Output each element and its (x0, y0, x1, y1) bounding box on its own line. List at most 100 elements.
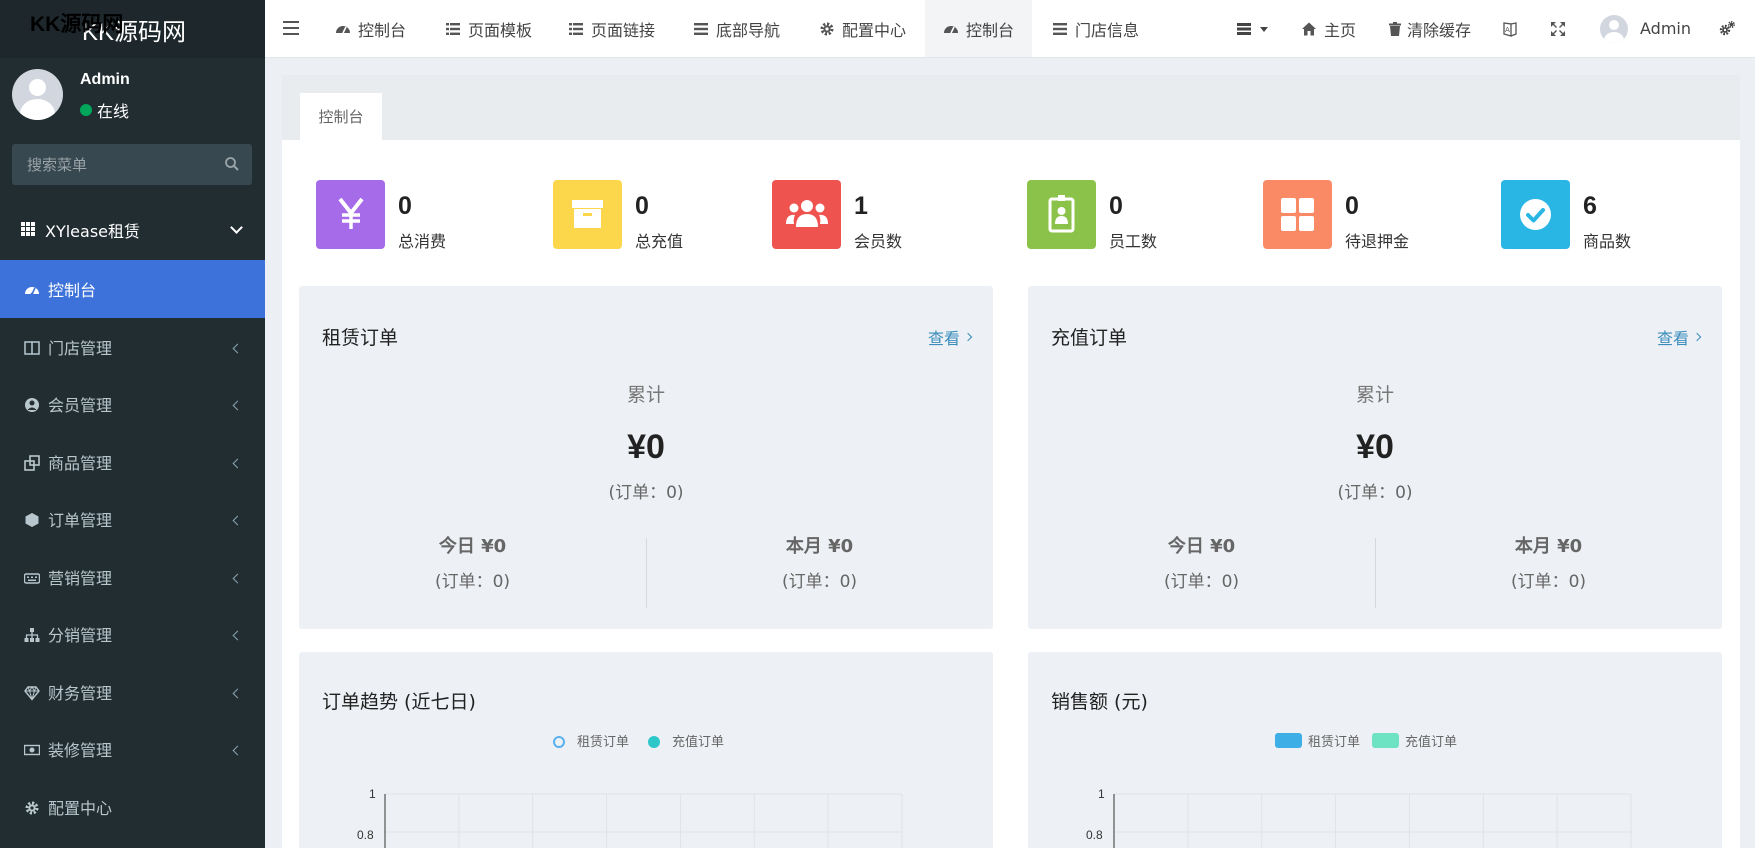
tab-page-links[interactable]: 页面链接 (568, 0, 655, 57)
stat-value: 1 (854, 192, 868, 220)
columns-icon (24, 340, 40, 355)
cumulative-amount: ¥0 (1356, 428, 1394, 466)
archive-icon (572, 200, 603, 228)
tab-dashboard-active[interactable]: 控制台 (925, 0, 1032, 57)
user-status-text: 在线 (97, 102, 130, 121)
online-dot-icon (80, 104, 92, 116)
stat-label: 商品数 (1583, 232, 1632, 251)
chart-gridlines (1114, 793, 1632, 848)
stat-icon-box (772, 180, 841, 249)
menu-toggle-icon[interactable] (283, 21, 299, 35)
cumulative-orders: (订单：0) (608, 483, 684, 503)
admin-label: Admin (1640, 19, 1691, 38)
tab-config-center[interactable]: 配置中心 (819, 0, 906, 57)
avatar (12, 69, 63, 120)
stat-value: 0 (635, 192, 649, 220)
language-button[interactable]: A (1502, 0, 1525, 57)
y-tick-label: 0.8 (357, 828, 374, 842)
tab-dashboard[interactable]: 控制台 (335, 0, 406, 57)
view-rental-orders-link[interactable]: 查看 (927, 325, 973, 349)
angle-left-icon (232, 573, 243, 583)
keyboard-icon (24, 572, 40, 584)
month-amount: 本月 ¥0 (785, 536, 854, 557)
settings-button[interactable] (1718, 0, 1743, 57)
stat-label: 员工数 (1109, 232, 1158, 251)
today-amount: 今日 ¥0 (1167, 536, 1236, 557)
stat-label: 总消费 (398, 232, 447, 251)
tabs-dropdown-button[interactable] (1235, 0, 1268, 57)
tab-bottom-nav[interactable]: 底部导航 (693, 0, 780, 57)
tab-page-templates[interactable]: 页面模板 (445, 0, 532, 57)
tab-store-info[interactable]: 门店信息 (1052, 0, 1139, 57)
home-link[interactable]: 主页 (1301, 0, 1356, 57)
view-recharge-orders-link[interactable]: 查看 (1657, 325, 1702, 349)
users-icon (786, 200, 828, 227)
month-orders: (订单：0) (1510, 572, 1587, 592)
stat-icon-box (1263, 180, 1332, 249)
sidebar-item-dashboard[interactable]: 控制台 (0, 260, 265, 318)
angle-left-icon (232, 343, 243, 353)
tab-label: 配置中心 (842, 20, 907, 40)
th-icon (21, 222, 35, 236)
gear-icon (820, 22, 834, 35)
sidebar-item-finance[interactable]: 财务管理 (0, 663, 265, 721)
sidebar-item-members[interactable]: 会员管理 (0, 375, 265, 433)
stat-value: 0 (398, 192, 412, 220)
sidebar-item-label: 分销管理 (48, 626, 113, 645)
tab-label: 控制台 (358, 20, 407, 40)
clear-cache-button[interactable]: 清除缓存 (1387, 0, 1471, 57)
today-amount: 今日 ¥0 (438, 536, 507, 557)
user-menu[interactable]: Admin (1600, 0, 1691, 57)
cogs-icon (1719, 20, 1735, 35)
translate-icon: A (1503, 21, 1517, 37)
rental-orders-panel: 租赁订单 查看 累计 ¥0 (订单：0) 今日 ¥0 (订单：0) 本月 ¥0 … (299, 286, 993, 629)
sidebar-item-label: 控制台 (48, 281, 97, 300)
chevron-right-icon (1692, 332, 1702, 342)
home-label: 主页 (1324, 20, 1357, 40)
sidebar-item-distribution[interactable]: 分销管理 (0, 605, 265, 663)
svg-text:A: A (1505, 26, 1510, 34)
sidebar: KK源码网 KK源码网 Admin 在线 XYlease租赁 控制台 门店管理 … (0, 0, 265, 848)
menu-group-xylease[interactable]: XYlease租赁 (0, 205, 265, 255)
sidebar-item-label: 财务管理 (48, 683, 113, 703)
search-input[interactable] (12, 144, 212, 185)
sidebar-item-config[interactable]: 配置中心 (0, 778, 265, 836)
sidebar-item-label: 商品管理 (48, 453, 113, 473)
sitemap-icon (24, 628, 40, 642)
check-circle-icon (1520, 199, 1551, 230)
month-amount: 本月 ¥0 (1514, 536, 1583, 557)
sidebar-item-label: 门店管理 (48, 338, 113, 358)
sidebar-item-stores[interactable]: 门店管理 (0, 318, 265, 376)
th-large-icon (1281, 198, 1314, 231)
tab-content-dashboard[interactable]: 控制台 (300, 93, 382, 140)
link-label: 查看 (927, 329, 960, 348)
month-orders: (订单：0) (781, 572, 858, 592)
search-icon[interactable] (224, 156, 240, 172)
sidebar-item-label: 订单管理 (48, 511, 113, 530)
order-trend-chart (384, 793, 903, 848)
cumulative-label: 累计 (1355, 384, 1394, 406)
cumulative-amount: ¥0 (627, 428, 665, 466)
y-tick-label: 1 (369, 787, 376, 801)
sidebar-item-products[interactable]: 商品管理 (0, 433, 265, 491)
expand-icon (1551, 21, 1565, 36)
angle-left-icon (232, 745, 243, 756)
brand-header[interactable]: KK源码网 KK源码网 (0, 0, 265, 58)
fullscreen-button[interactable] (1550, 0, 1573, 57)
money-icon (24, 744, 40, 756)
bars-icon (1053, 22, 1067, 35)
bars-icon (1237, 22, 1251, 35)
content-area: 控制台 0 总消费 0 总充值 1 会员数 0 员工数 0 待退押金 6 商品数… (282, 75, 1740, 848)
stat-label: 待退押金 (1345, 232, 1410, 251)
watermark: KK源码网 (30, 13, 124, 36)
sidebar-item-marketing[interactable]: 营销管理 (0, 548, 265, 606)
content-tabbar: 控制台 (282, 75, 1740, 140)
yen-icon (338, 197, 364, 229)
chevron-right-icon (963, 332, 973, 342)
cumulative-label: 累计 (626, 384, 665, 406)
id-badge-icon (1048, 195, 1075, 233)
sidebar-item-decoration[interactable]: 装修管理 (0, 720, 265, 778)
today-summary: 今日 ¥0 (订单：0) (1028, 532, 1375, 592)
sidebar-item-orders[interactable]: 订单管理 (0, 490, 265, 548)
chart-gridlines (385, 793, 903, 848)
